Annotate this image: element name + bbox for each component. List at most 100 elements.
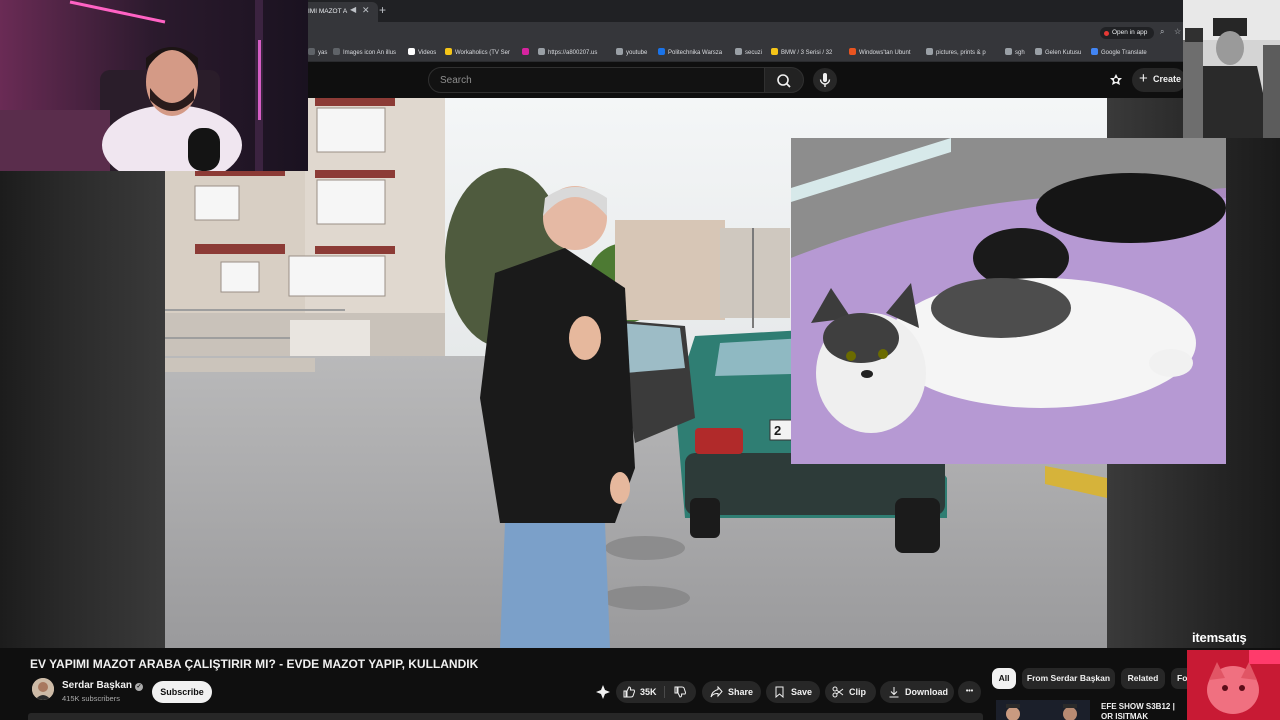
bookmark-label: yas <box>318 50 328 56</box>
dislike-icon[interactable] <box>674 686 686 698</box>
bookmark-favicon-icon <box>849 48 856 55</box>
clip-button[interactable]: Clip <box>825 681 876 703</box>
bookmark-favicon-icon <box>408 48 415 55</box>
bookmark-item[interactable]: Windows'tan Ubunt <box>849 48 911 56</box>
chip-all[interactable]: All <box>992 668 1016 689</box>
channel-name-text: Serdar Başkan <box>62 680 133 691</box>
share-button[interactable]: Share <box>702 681 761 703</box>
watermark-logo: itemsatış <box>1192 630 1247 645</box>
bookmark-item[interactable]: sgh <box>1005 48 1025 56</box>
chip-related[interactable]: Related <box>1121 668 1165 689</box>
bookmark-item[interactable]: Images icon An illus <box>333 48 396 56</box>
open-in-app-button[interactable]: Open in app <box>1100 27 1155 39</box>
bookmark-item[interactable]: BMW / 3 Serisi / 32 <box>771 48 832 56</box>
bookmark-item[interactable]: https://a800207.us <box>538 48 597 56</box>
subscribe-button[interactable]: Subscribe <box>152 681 212 703</box>
tab-title: IMI MAZOT A <box>308 8 348 15</box>
ambient-left <box>0 98 165 648</box>
bookmark-item[interactable]: Videos <box>408 48 436 56</box>
voice-search-button[interactable] <box>813 68 837 92</box>
bookmark-item[interactable]: youtube <box>616 48 647 56</box>
bookmark-item[interactable]: yas <box>308 48 327 56</box>
subscriber-count: 415K subscribers <box>62 694 120 703</box>
bookmark-favicon-icon <box>926 48 933 55</box>
bookmark-favicon-icon <box>1035 48 1042 55</box>
download-label: Download <box>905 687 948 697</box>
verified-icon: ✓ <box>135 683 144 691</box>
recommendation-title[interactable]: EFE SHOW S3B12 | OR ISITMAK <box>1101 702 1187 720</box>
bookmark-label: secuzi <box>745 50 763 56</box>
like-count[interactable]: 35K <box>640 681 657 703</box>
cat-photo <box>791 138 1226 464</box>
bookmark-favicon-icon <box>735 48 742 55</box>
clip-label: Clip <box>849 687 866 697</box>
bookmark-item[interactable]: pictures, prints & p <box>926 48 986 56</box>
ask-ai-icon[interactable] <box>594 683 612 701</box>
bookmark-favicon-icon <box>658 48 665 55</box>
bookmark-label: Images icon An illus <box>343 50 397 56</box>
bookmark-label: Windows'tan Ubunt <box>859 50 911 56</box>
download-icon <box>889 687 899 698</box>
bookmark-icon <box>775 686 784 698</box>
search-input[interactable]: Search <box>428 67 765 93</box>
channel-name[interactable]: Serdar Başkan ✓ <box>62 680 144 691</box>
close-icon[interactable]: ✕ <box>362 5 370 16</box>
chip-from-channel[interactable]: From Serdar Başkan <box>1022 668 1115 689</box>
download-button[interactable]: Download <box>880 681 954 703</box>
new-tab-button[interactable]: + <box>379 3 386 17</box>
historic-photo-overlay <box>1183 0 1280 138</box>
bookmark-favicon-icon <box>522 48 529 55</box>
save-button[interactable]: Save <box>766 681 820 703</box>
thumbnail-image <box>996 700 1090 720</box>
save-label: Save <box>791 687 813 697</box>
secondary-webcam-feed <box>1187 650 1280 720</box>
create-studio-icon[interactable] <box>1108 72 1124 88</box>
bookmark-item[interactable]: Google Translate <box>1091 48 1147 56</box>
channel-avatar[interactable] <box>32 678 54 700</box>
bookmark-favicon-icon <box>538 48 545 55</box>
bookmark-favicon-icon <box>616 48 623 55</box>
create-button[interactable]: + Create <box>1132 68 1186 92</box>
star-icon[interactable]: ☆ <box>1174 27 1181 36</box>
search-icon <box>777 74 791 88</box>
bookmark-item[interactable] <box>522 48 532 56</box>
bookmark-item[interactable]: Workaholics (TV Ser <box>445 48 510 56</box>
search-button[interactable] <box>764 67 804 93</box>
bookmark-label: Google Translate <box>1101 50 1147 56</box>
speaker-icon[interactable]: ◀︎ <box>350 5 356 14</box>
more-actions-button[interactable]: ••• <box>958 681 981 703</box>
like-divider <box>664 686 665 698</box>
bookmark-favicon-icon <box>445 48 452 55</box>
historic-photo <box>1183 0 1280 138</box>
bookmark-favicon-icon <box>333 48 340 55</box>
bookmark-favicon-icon <box>1091 48 1098 55</box>
recommendation-thumbnail[interactable] <box>996 700 1090 720</box>
bookmark-item[interactable]: Politechnika Warsza <box>658 48 722 56</box>
like-icon[interactable] <box>623 686 635 698</box>
bookmark-label: Gelen Kutusu <box>1045 50 1082 56</box>
bookmark-favicon-icon <box>771 48 778 55</box>
video-title: EV YAPIMI MAZOT ARABA ÇALIŞTIRIR MI? - E… <box>30 657 479 671</box>
microphone-icon <box>819 73 831 87</box>
bookmark-label: sgh <box>1015 50 1025 56</box>
create-label: Create <box>1153 74 1182 84</box>
screen: IMI MAZOT A ◀︎ ✕ + Open in app ⌕ ☆ yas Im… <box>0 0 1280 720</box>
cat-photo-overlay <box>791 138 1226 464</box>
bookmark-label: Workaholics (TV Ser <box>455 50 510 56</box>
bookmark-favicon-icon <box>308 48 315 55</box>
bookmark-label: Politechnika Warsza <box>668 50 723 56</box>
bookmark-item[interactable]: Gelen Kutusu <box>1035 48 1081 56</box>
like-dislike-group: 35K <box>616 681 696 703</box>
plus-icon: + <box>1139 70 1148 87</box>
share-icon <box>710 686 723 698</box>
bookmark-item[interactable]: secuzi <box>735 48 762 56</box>
bookmark-label: pictures, prints & p <box>936 50 986 56</box>
scissors-icon <box>832 686 844 698</box>
streamer-webcam <box>0 0 308 171</box>
chip-truncated[interactable]: Fo <box>1171 668 1187 689</box>
secondary-webcam <box>1187 650 1280 720</box>
share-label: Share <box>728 687 754 697</box>
search-icon[interactable]: ⌕ <box>1160 27 1164 37</box>
bookmark-label: BMW / 3 Serisi / 32 <box>781 50 833 56</box>
bookmark-label: https://a800207.us <box>548 50 598 56</box>
